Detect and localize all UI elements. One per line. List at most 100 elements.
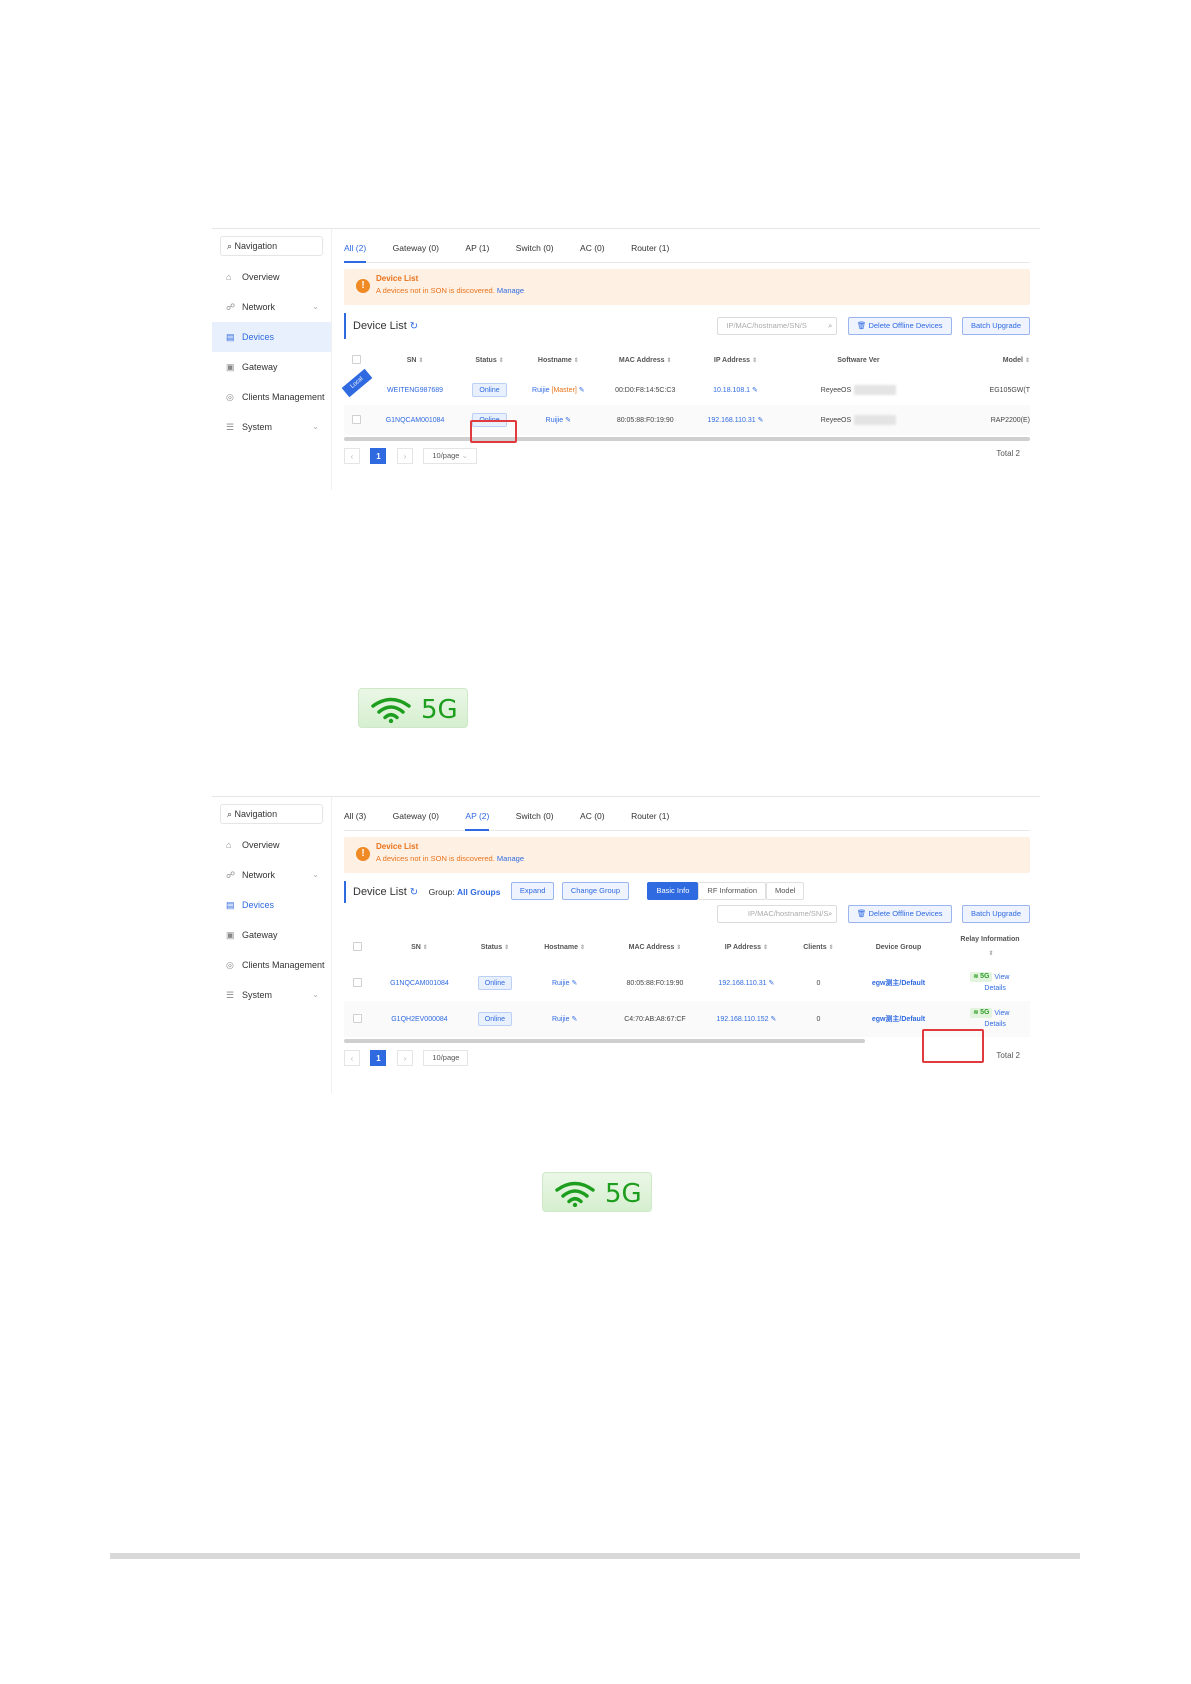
sort-icon: ⇕ [498, 357, 504, 364]
tab-all[interactable]: All (3) [344, 801, 366, 831]
sidebar-item-system[interactable]: ☰ System ⌄ [212, 980, 331, 1010]
details-link[interactable]: Details [984, 1021, 1005, 1028]
page-size-select[interactable]: 10/page ⌄ [423, 447, 477, 464]
column-sn[interactable]: SN ⇕ [371, 929, 467, 965]
relay-5g-badge: ≋ 5G [970, 972, 993, 983]
hostname-link[interactable]: Ruijie [552, 1016, 570, 1023]
change-group-button[interactable]: Change Group [561, 881, 630, 900]
tab-switch[interactable]: Switch (0) [516, 233, 554, 263]
search-input[interactable]: IP/MAC/hostname/SN/S ⌕ [717, 905, 838, 923]
details-link[interactable]: Details [984, 985, 1005, 992]
tab-all[interactable]: All (2) [344, 233, 367, 263]
tab-ac[interactable]: AC (0) [580, 233, 605, 263]
column-clients[interactable]: Clients ⇕ [790, 929, 847, 965]
hostname-link[interactable]: Ruijie [552, 980, 570, 987]
manage-link[interactable]: Manage [497, 286, 524, 295]
manage-link[interactable]: Manage [497, 854, 524, 863]
column-model[interactable]: Model ⇕ [937, 345, 1030, 375]
sidebar-item-devices[interactable]: ▤ Devices [212, 890, 331, 920]
ip-link[interactable]: 10.18.108.1 [713, 387, 750, 394]
expand-button[interactable]: Expand [510, 881, 555, 900]
sidebar-item-network[interactable]: ☍ Network ⌄ [212, 860, 331, 890]
tab-router[interactable]: Router (1) [631, 233, 669, 263]
page-button[interactable]: 1 [370, 447, 387, 464]
edit-icon[interactable]: ✎ [571, 980, 577, 987]
hostname-link[interactable]: Ruijie [546, 417, 564, 424]
batch-upgrade-button[interactable]: Batch Upgrade [961, 317, 1030, 335]
row-checkbox[interactable] [351, 414, 361, 424]
edit-icon[interactable]: ✎ [565, 417, 571, 424]
sn-link[interactable]: G1NQCAM001084 [371, 965, 467, 1001]
select-all-checkbox[interactable] [353, 941, 363, 951]
group-selector[interactable]: Group: All Groups [429, 887, 501, 897]
sidebar-item-gateway[interactable]: ▣ Gateway [212, 920, 331, 950]
page-size-select[interactable]: 10/page [423, 1050, 469, 1066]
delete-offline-devices-button[interactable]: 🗑 Delete Offline Devices [847, 905, 952, 923]
column-status[interactable]: Status ⇕ [461, 345, 517, 375]
ip-link[interactable]: 192.168.110.152 [716, 1016, 768, 1023]
navigation-search[interactable]: ⌕ Navigation [220, 804, 323, 824]
delete-offline-devices-button[interactable]: 🗑 Delete Offline Devices [847, 317, 952, 335]
edit-icon[interactable]: ✎ [752, 387, 758, 394]
edit-icon[interactable]: ✎ [571, 1016, 577, 1023]
edit-icon[interactable]: ✎ [579, 387, 585, 394]
tab-ap[interactable]: AP (2) [465, 801, 490, 831]
column-status[interactable]: Status ⇕ [467, 929, 522, 965]
tab-switch[interactable]: Switch (0) [516, 801, 554, 831]
sn-link[interactable]: G1NQCAM001084 [369, 405, 462, 435]
row-checkbox[interactable] [353, 977, 363, 987]
edit-icon[interactable]: ✎ [770, 1016, 776, 1023]
tab-rf-information[interactable]: RF Information [698, 881, 767, 900]
column-relay-information[interactable]: Relay Information ⇕ [950, 929, 1030, 965]
tab-ap[interactable]: AP (1) [465, 233, 489, 263]
view-link[interactable]: View [994, 974, 1009, 981]
edit-icon[interactable]: ✎ [758, 417, 764, 424]
column-mac[interactable]: MAC Address ⇕ [599, 345, 692, 375]
navigation-search[interactable]: ⌕ Navigation [220, 236, 323, 256]
horizontal-scrollbar[interactable] [344, 1039, 866, 1044]
sn-link[interactable]: G1QH2EV000084 [371, 1001, 467, 1037]
next-page-button[interactable]: › [396, 1050, 413, 1066]
sidebar-item-gateway[interactable]: ▣ Gateway [212, 352, 331, 382]
column-ip[interactable]: IP Address ⇕ [703, 929, 790, 965]
column-sn[interactable]: SN ⇕ [369, 345, 462, 375]
select-all-checkbox[interactable] [351, 354, 361, 364]
column-mac[interactable]: MAC Address ⇕ [607, 929, 703, 965]
horizontal-scrollbar[interactable] [344, 437, 1030, 441]
search-input[interactable]: IP/MAC/hostname/SN/S ⌕ [717, 317, 838, 335]
refresh-icon[interactable]: ↻ [410, 321, 418, 332]
band-label: 5G [605, 1179, 642, 1209]
prev-page-button[interactable]: ‹ [344, 447, 360, 464]
view-link[interactable]: View [994, 1010, 1009, 1017]
tab-gateway[interactable]: Gateway (0) [393, 801, 439, 831]
ip-link[interactable]: 192.168.110.31 [718, 980, 766, 987]
sidebar-item-network[interactable]: ☍ Network ⌄ [212, 292, 331, 322]
sidebar-item-overview[interactable]: ⌂ Overview [212, 262, 331, 292]
edit-icon[interactable]: ✎ [769, 980, 775, 987]
refresh-icon[interactable]: ↻ [410, 887, 418, 898]
column-hostname[interactable]: Hostname ⇕ [518, 345, 599, 375]
batch-upgrade-button[interactable]: Batch Upgrade [961, 905, 1030, 923]
ip-link[interactable]: 192.168.110.31 [708, 417, 756, 424]
hostname-link[interactable]: Ruijie [532, 387, 550, 394]
sidebar-item-clients-management[interactable]: ◎ Clients Management [212, 950, 331, 980]
sidebar-item-clients-management[interactable]: ◎ Clients Management [212, 382, 331, 412]
sidebar-item-overview[interactable]: ⌂ Overview [212, 830, 331, 860]
tab-basic-info[interactable]: Basic Info [647, 881, 699, 900]
sidebar-item-system[interactable]: ☰ System ⌄ [212, 412, 331, 442]
tab-gateway[interactable]: Gateway (0) [393, 233, 439, 263]
device-group-link[interactable]: egw测主/Default [847, 965, 950, 1001]
column-ip[interactable]: IP Address ⇕ [691, 345, 779, 375]
sn-link[interactable]: WEITENG987689 [369, 375, 462, 405]
prev-page-button[interactable]: ‹ [344, 1050, 360, 1066]
sidebar-item-devices[interactable]: ▤ Devices [212, 322, 331, 352]
column-hostname[interactable]: Hostname ⇕ [522, 929, 607, 965]
sort-icon: ⇕ [988, 951, 994, 958]
tab-model[interactable]: Model [766, 881, 805, 900]
status-badge: Online [472, 383, 507, 397]
tab-router[interactable]: Router (1) [631, 801, 669, 831]
row-checkbox[interactable] [353, 1013, 363, 1023]
tab-ac[interactable]: AC (0) [580, 801, 605, 831]
next-page-button[interactable]: › [396, 447, 413, 464]
page-button[interactable]: 1 [370, 1050, 387, 1066]
